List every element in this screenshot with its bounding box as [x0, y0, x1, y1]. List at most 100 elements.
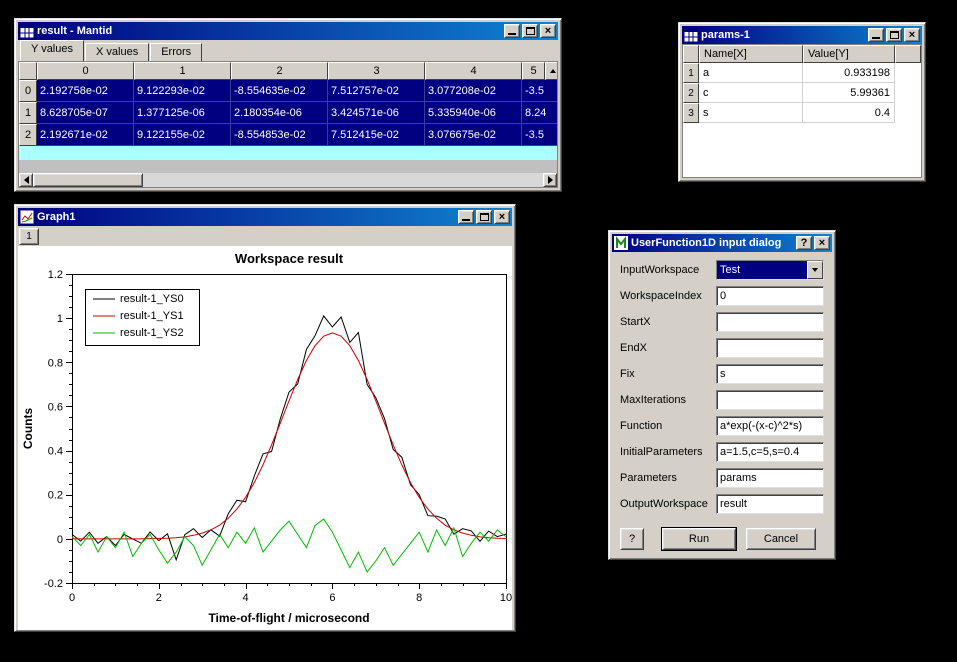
scrollbar-track[interactable] — [33, 173, 543, 187]
close-button[interactable]: × — [494, 210, 510, 224]
row-header[interactable]: 1 — [19, 102, 37, 124]
plot-canvas[interactable]: Workspace result0246810-0.200.20.40.60.8… — [18, 246, 512, 630]
minimize-button[interactable] — [504, 24, 520, 38]
table-cell[interactable]: 8.628705e-07 — [37, 102, 134, 124]
field-label-endx: EndX — [620, 342, 716, 354]
params-window: params-1 × Name[X] Value[Y] 1 a 0.933198… — [678, 22, 926, 182]
column-header[interactable]: 1 — [134, 62, 231, 80]
inputworkspace-combo[interactable]: Test — [716, 260, 824, 280]
column-header[interactable]: 5 — [522, 62, 545, 80]
table-row[interactable]: 3 s 0.4 — [683, 103, 921, 123]
svg-text:0.6: 0.6 — [48, 401, 63, 413]
param-value-cell[interactable]: 0.4 — [803, 103, 895, 123]
scroll-left-button[interactable] — [19, 173, 33, 187]
param-value-cell[interactable]: 5.99361 — [803, 83, 895, 103]
row-header[interactable]: 3 — [683, 103, 699, 123]
desktop: { "colors": { "desktop": "#000000", "win… — [0, 0, 957, 662]
column-header[interactable]: 4 — [425, 62, 522, 80]
field-label-initialparameters: InitialParameters — [620, 446, 716, 458]
column-header[interactable]: Name[X] — [699, 45, 803, 63]
table-row[interactable]: 0 2.192758e-02 9.122293e-02 -8.554635e-0… — [19, 80, 557, 102]
table-row[interactable]: 1 8.628705e-07 1.377125e-06 2.180354e-06… — [19, 102, 557, 124]
startx-input[interactable] — [716, 312, 824, 332]
column-header[interactable]: 0 — [37, 62, 134, 80]
scroll-up-button[interactable] — [545, 62, 558, 80]
table-cell[interactable]: 2.180354e-06 — [231, 102, 328, 124]
field-label-fix: Fix — [620, 368, 716, 380]
minimize-button[interactable] — [458, 210, 474, 224]
outputworkspace-input[interactable] — [716, 494, 824, 514]
table-cell[interactable]: 2.192671e-02 — [37, 124, 134, 146]
tab-y-values[interactable]: Y values — [20, 40, 84, 61]
table-cell[interactable]: 2.192758e-02 — [37, 80, 134, 102]
layer-1-button[interactable]: 1 — [19, 228, 39, 245]
table-cell[interactable]: -8.554853e-02 — [231, 124, 328, 146]
maximize-button[interactable] — [476, 210, 492, 224]
table-cell[interactable]: 8.24 — [522, 102, 558, 124]
row-header[interactable]: 2 — [683, 83, 699, 103]
dialog-body: InputWorkspace Test WorkspaceIndex Start… — [612, 252, 832, 520]
context-help-button[interactable]: ? — [796, 236, 812, 250]
result-tabbar: Y values X values Errors — [18, 40, 558, 61]
row-header[interactable]: 2 — [19, 124, 37, 146]
close-button[interactable]: × — [904, 28, 920, 42]
parameters-input[interactable] — [716, 468, 824, 488]
param-name-cell[interactable]: c — [699, 83, 803, 103]
function-input[interactable] — [716, 416, 824, 436]
table-row[interactable]: 1 a 0.933198 — [683, 63, 921, 83]
table-cell[interactable]: 9.122293e-02 — [134, 80, 231, 102]
tab-x-values[interactable]: X values — [85, 43, 149, 61]
help-button[interactable]: ? — [620, 528, 644, 550]
header-corner — [683, 45, 699, 63]
minimize-button[interactable] — [868, 28, 884, 42]
table-cell[interactable]: 9.122155e-02 — [134, 124, 231, 146]
fix-input[interactable] — [716, 364, 824, 384]
table-cell[interactable]: -3.5 — [522, 80, 558, 102]
cancel-button[interactable]: Cancel — [746, 528, 816, 550]
run-button[interactable]: Run — [662, 528, 736, 550]
scrollbar-thumb[interactable] — [33, 173, 143, 187]
endx-input[interactable] — [716, 338, 824, 358]
table-cell[interactable]: 3.424571e-06 — [328, 102, 425, 124]
svg-text:4: 4 — [243, 592, 249, 604]
maximize-button[interactable] — [886, 28, 902, 42]
dialog-titlebar[interactable]: UserFunction1D input dialog ? × — [612, 234, 832, 252]
combo-dropdown-button[interactable] — [807, 261, 823, 279]
table-cell[interactable]: 7.512415e-02 — [328, 124, 425, 146]
column-header[interactable]: 3 — [328, 62, 425, 80]
table-cell[interactable]: 1.377125e-06 — [134, 102, 231, 124]
chevron-down-icon — [812, 268, 818, 272]
maximize-button[interactable] — [522, 24, 538, 38]
tab-errors[interactable]: Errors — [150, 43, 202, 61]
field-label-inputworkspace: InputWorkspace — [620, 264, 716, 276]
table-cell[interactable]: 3.076675e-02 — [425, 124, 522, 146]
table-cell[interactable]: 3.077208e-02 — [425, 80, 522, 102]
maxiterations-input[interactable] — [716, 390, 824, 410]
workspaceindex-input[interactable] — [716, 286, 824, 306]
current-row-highlight[interactable] — [19, 146, 557, 160]
table-cell[interactable]: -8.554635e-02 — [231, 80, 328, 102]
initialparameters-input[interactable] — [716, 442, 824, 462]
close-button[interactable]: × — [814, 236, 830, 250]
table-row[interactable]: 2 c 5.99361 — [683, 83, 921, 103]
row-header[interactable]: 0 — [19, 80, 37, 102]
horizontal-scrollbar[interactable] — [19, 173, 557, 187]
svg-text:1.2: 1.2 — [48, 269, 63, 281]
result-titlebar[interactable]: result - Mantid × — [18, 22, 558, 40]
scroll-right-button[interactable] — [543, 173, 557, 187]
close-icon: × — [819, 237, 825, 249]
table-cell[interactable]: -3.5 — [522, 124, 558, 146]
params-titlebar[interactable]: params-1 × — [682, 26, 922, 44]
row-header[interactable]: 1 — [683, 63, 699, 83]
table-cell[interactable]: 5.335940e-06 — [425, 102, 522, 124]
svg-text:Counts: Counts — [21, 408, 35, 450]
column-header[interactable]: Value[Y] — [803, 45, 895, 63]
column-header[interactable]: 2 — [231, 62, 328, 80]
table-row[interactable]: 2 2.192671e-02 9.122155e-02 -8.554853e-0… — [19, 124, 557, 146]
graph-titlebar[interactable]: Graph1 × — [18, 208, 512, 226]
close-button[interactable]: × — [540, 24, 556, 38]
param-name-cell[interactable]: s — [699, 103, 803, 123]
table-cell[interactable]: 7.512757e-02 — [328, 80, 425, 102]
param-value-cell[interactable]: 0.933198 — [803, 63, 895, 83]
param-name-cell[interactable]: a — [699, 63, 803, 83]
